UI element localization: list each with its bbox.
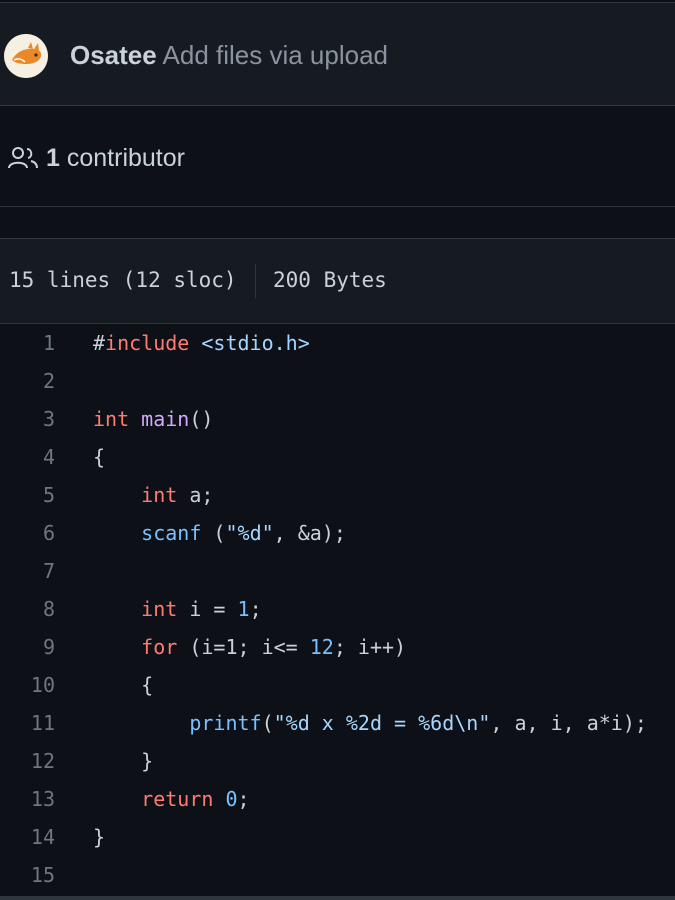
line-number[interactable]: 6: [0, 514, 55, 552]
code-token: int: [141, 597, 178, 621]
code-line: 2: [0, 362, 675, 400]
line-code: return 0;: [93, 780, 250, 818]
file-line-count: 15 lines (12 sloc): [9, 268, 237, 292]
code-token: , &a);: [273, 521, 346, 545]
code-token: include: [105, 331, 190, 355]
code-token: main: [141, 407, 190, 431]
code-line: 1 #include <stdio.h>: [0, 324, 675, 362]
line-number[interactable]: 10: [0, 666, 55, 704]
code-line: 6 scanf ("%d", &a);: [0, 514, 675, 552]
code-line: 15: [0, 856, 675, 894]
code-line: 3 int main(): [0, 400, 675, 438]
code-token: ;: [237, 787, 250, 811]
line-code: }: [93, 742, 153, 780]
contributor-count: 1: [46, 144, 60, 172]
commit-author-link[interactable]: Osatee: [70, 40, 157, 70]
code-token: {: [93, 673, 154, 697]
code-token: printf: [189, 711, 262, 735]
code-view: 1 #include <stdio.h> 2 3 int main() 4{5 int a…: [0, 324, 675, 900]
contributors-link[interactable]: 1 contributor: [46, 142, 185, 174]
code-token: ; i++): [333, 635, 407, 659]
line-code: int a;: [93, 476, 213, 514]
line-number[interactable]: 4: [0, 438, 55, 476]
code-line: 13 return 0;: [0, 780, 675, 818]
line-number[interactable]: 9: [0, 628, 55, 666]
code-token: 12: [309, 635, 334, 659]
code-line: 4{: [0, 438, 675, 476]
line-code: for (i=1; i<= 12; i++): [93, 628, 406, 666]
code-token: , a, i, a*i);: [490, 711, 647, 735]
commit-message-link[interactable]: Add files via upload: [163, 40, 388, 70]
code-token: a;: [177, 483, 214, 507]
code-line: 9 for (i=1; i<= 12; i++): [0, 628, 675, 666]
line-code: }: [93, 818, 105, 856]
code-token: (i=1; i<=: [177, 635, 310, 659]
code-token: }: [93, 749, 154, 773]
line-code: #include <stdio.h>: [93, 324, 310, 362]
code-token: 0: [225, 787, 238, 811]
code-line: 7: [0, 552, 675, 590]
line-number[interactable]: 3: [0, 400, 55, 438]
code-token: i =: [177, 597, 238, 621]
file-meta-divider: [255, 264, 256, 298]
code-token: 1: [237, 597, 250, 621]
code-token: int: [141, 483, 178, 507]
people-icon: [8, 147, 38, 169]
code-token: #: [93, 331, 106, 355]
code-token: (: [201, 521, 226, 545]
line-number[interactable]: 15: [0, 856, 55, 894]
commit-summary: Osatee Add files via upload: [70, 38, 388, 72]
line-number[interactable]: 12: [0, 742, 55, 780]
code-line: 14}: [0, 818, 675, 856]
code-line: 8 int i = 1;: [0, 590, 675, 628]
code-token: for: [141, 635, 178, 659]
line-code: printf("%d x %2d = %6d\n", a, i, a*i);: [93, 704, 647, 742]
code-token: "%d x %2d = %6d\n": [273, 711, 491, 735]
author-avatar[interactable]: [4, 34, 48, 78]
avatar-image: [4, 34, 48, 78]
code-token: return: [141, 787, 214, 811]
code-token: (: [261, 711, 274, 735]
code-token: <stdio.h>: [189, 331, 310, 355]
file-size: 200 Bytes: [273, 268, 387, 292]
contributor-label: contributor: [66, 144, 185, 172]
code-token: ;: [249, 597, 262, 621]
line-code: {: [93, 438, 105, 476]
line-number[interactable]: 2: [0, 362, 55, 400]
line-number[interactable]: 8: [0, 590, 55, 628]
code-token: {: [93, 445, 106, 469]
code-token: int: [93, 407, 130, 431]
line-number[interactable]: 11: [0, 704, 55, 742]
line-code: int main(): [93, 400, 213, 438]
line-number[interactable]: 7: [0, 552, 55, 590]
line-number[interactable]: 5: [0, 476, 55, 514]
line-code: {: [93, 666, 153, 704]
line-number[interactable]: 1: [0, 324, 55, 362]
code-line: 12 }: [0, 742, 675, 780]
code-token: scanf: [141, 521, 202, 545]
line-code: int i = 1;: [93, 590, 262, 628]
line-number[interactable]: 14: [0, 818, 55, 856]
code-line: 10 {: [0, 666, 675, 704]
code-line: 5 int a;: [0, 476, 675, 514]
code-line: 11 printf("%d x %2d = %6d\n", a, i, a*i)…: [0, 704, 675, 742]
code-token: "%d": [225, 521, 274, 545]
line-code: scanf ("%d", &a);: [93, 514, 346, 552]
line-number[interactable]: 13: [0, 780, 55, 818]
code-token: (): [189, 407, 214, 431]
code-bottom-border: [0, 896, 675, 900]
code-token: }: [93, 825, 106, 849]
